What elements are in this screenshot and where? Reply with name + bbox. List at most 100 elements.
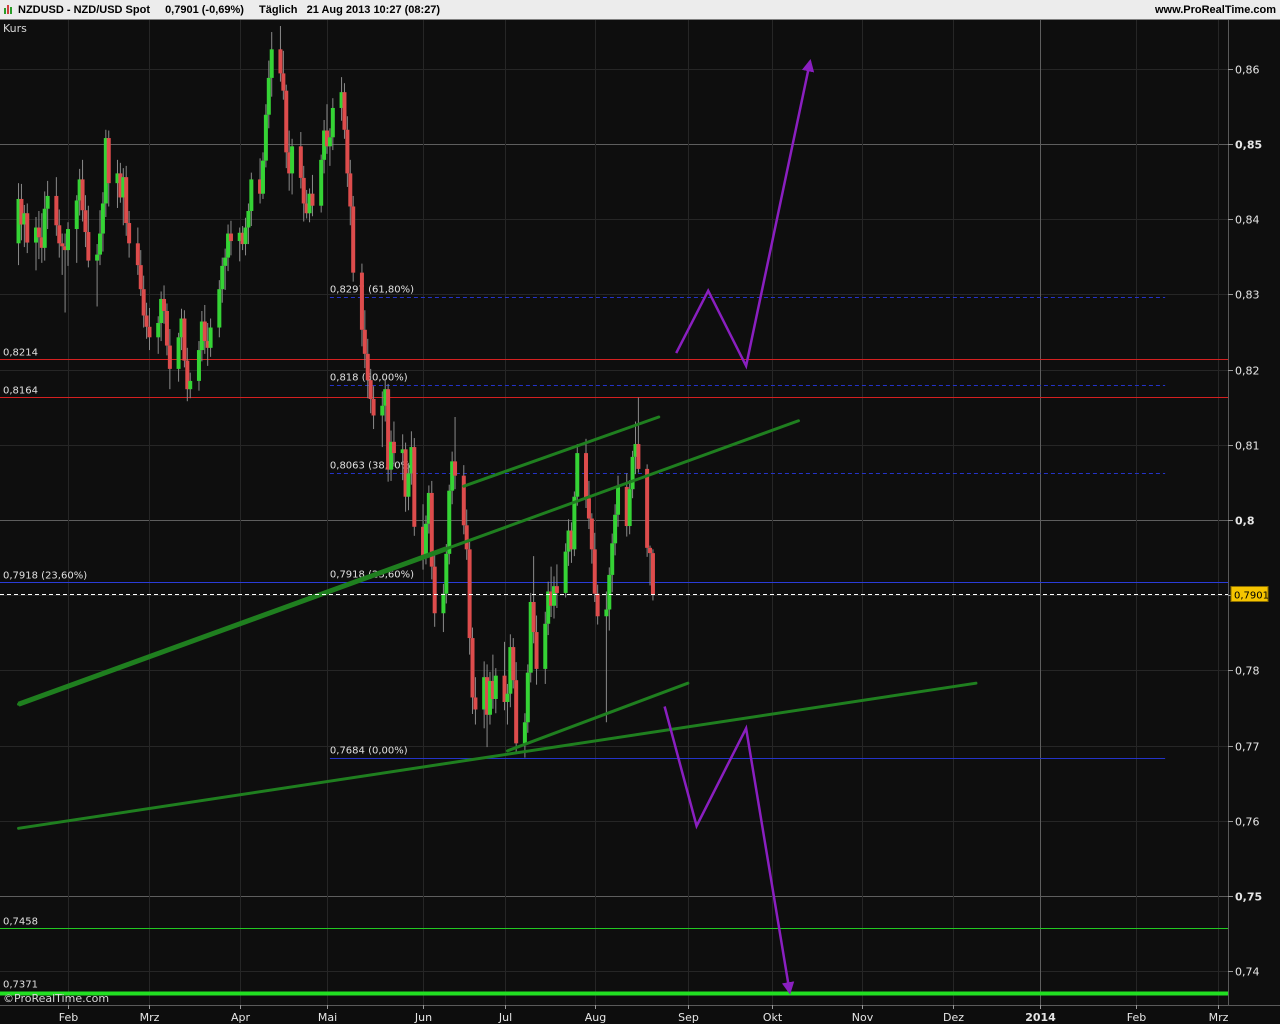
candle-up: [263, 114, 268, 161]
candle-down: [554, 586, 559, 593]
chart-title: NZDUSD - NZD/USD Spot 0,7901 (-0,69%) Tä…: [18, 4, 452, 16]
candle-up: [290, 146, 295, 174]
x-tick-label: Apr: [231, 1011, 251, 1024]
y-tick-label: 0,75: [1235, 891, 1262, 904]
candle-down: [164, 310, 169, 346]
candle-down: [167, 345, 172, 369]
candle-up: [223, 257, 228, 266]
candle-up: [249, 179, 254, 211]
quote-datetime: 21 Aug 2013 10:27 (08:27): [306, 4, 441, 16]
candle-down: [138, 265, 143, 290]
candle-down: [589, 518, 594, 550]
price-level-label: 0,8164: [3, 386, 38, 397]
candle-down: [124, 177, 129, 224]
x-tick-label: Dez: [943, 1011, 964, 1024]
fib-label: 0,8297 (61,80%): [330, 285, 414, 296]
candle-up: [66, 229, 70, 251]
candle-up: [330, 107, 335, 138]
candle-up: [444, 553, 449, 594]
chart-header-bar: NZDUSD - NZD/USD Spot 0,7901 (-0,69%) Tä…: [0, 0, 1280, 20]
x-tick-label: Feb: [1127, 1011, 1146, 1024]
candle-down: [584, 453, 589, 499]
candle-down: [54, 195, 59, 226]
candle-up: [327, 137, 332, 147]
candle-up: [525, 672, 530, 723]
candle-down: [202, 321, 207, 342]
candle-down: [310, 193, 315, 206]
y-tick-label: 0,81: [1235, 440, 1260, 453]
candle-down: [645, 468, 650, 548]
candle-up: [269, 49, 274, 78]
candle-down: [531, 601, 536, 633]
candle-up: [260, 160, 265, 194]
candle-down: [284, 90, 289, 153]
candle-down: [412, 447, 417, 527]
x-tick-label: Jul: [498, 1011, 512, 1024]
candle-down: [182, 318, 187, 361]
candle-down: [511, 647, 516, 681]
candle-up: [447, 490, 452, 554]
candle-up: [630, 456, 635, 490]
brand-link[interactable]: www.ProRealTime.com: [1155, 4, 1276, 16]
candle-down: [371, 398, 376, 416]
panel-label: Kurs: [3, 22, 27, 35]
candle-up: [575, 453, 580, 497]
x-tick-label: Aug: [585, 1011, 606, 1024]
x-tick-label: Jun: [414, 1011, 432, 1024]
x-tick-label: Mai: [318, 1011, 337, 1024]
candle-down: [592, 549, 597, 594]
watermark: ©ProRealTime.com: [3, 992, 109, 1005]
candle-down: [595, 593, 600, 617]
y-tick-label: 0,76: [1235, 816, 1260, 829]
y-tick-label: 0,84: [1235, 214, 1260, 227]
last-price-label: 0,7901: [1234, 591, 1269, 602]
fib-label: 0,8063 (38,20%): [330, 461, 414, 472]
candle-down: [57, 225, 62, 244]
candle-down: [365, 353, 370, 381]
candle-down: [461, 475, 466, 526]
candle-down: [162, 298, 167, 311]
candle-up: [616, 486, 621, 515]
candle-down: [351, 206, 356, 273]
candle-up: [196, 350, 201, 381]
y-tick-label: 0,82: [1235, 365, 1260, 378]
candle-down: [432, 566, 437, 614]
candle-down: [25, 213, 30, 243]
candle-down: [80, 179, 85, 211]
candle-down: [141, 289, 146, 316]
candle-down: [281, 73, 286, 91]
x-tick-label: Mrz: [140, 1011, 160, 1024]
y-tick-label: 0,86: [1235, 64, 1260, 77]
candle-down: [278, 49, 283, 74]
candle-down: [83, 210, 88, 233]
candle-up: [380, 405, 385, 416]
candle-down: [359, 272, 364, 330]
candle-up: [246, 210, 251, 228]
candle-up: [243, 227, 248, 245]
x-tick-label: Feb: [59, 1011, 78, 1024]
candle-down: [534, 632, 539, 669]
y-tick-label: 0,85: [1235, 139, 1262, 152]
candle-up: [176, 337, 181, 369]
candle-down: [144, 315, 149, 327]
period-label: Täglich: [259, 4, 298, 16]
candle-up: [423, 523, 428, 556]
candle-up: [42, 208, 47, 248]
candle-up: [522, 722, 527, 744]
candle-up: [95, 254, 100, 261]
fib-label: 0,7684 (0,00%): [330, 746, 408, 757]
candle-icon: [4, 5, 13, 14]
price-chart[interactable]: 0,8297 (61,80%)0,818 (50,00%)0,8063 (38,…: [0, 20, 1280, 1024]
candle-down: [135, 243, 140, 266]
candle-down: [301, 177, 306, 204]
y-axis-area[interactable]: [1228, 20, 1280, 1005]
candle-down: [60, 243, 65, 247]
candle-up: [505, 693, 510, 702]
candle-down: [467, 549, 472, 639]
candle-up: [100, 203, 105, 234]
price-level-label: 0,7918 (23,60%): [3, 571, 87, 582]
plot-area[interactable]: [0, 20, 1228, 1005]
candle-up: [406, 473, 411, 497]
candle-down: [391, 441, 396, 454]
candle-down: [453, 461, 458, 476]
